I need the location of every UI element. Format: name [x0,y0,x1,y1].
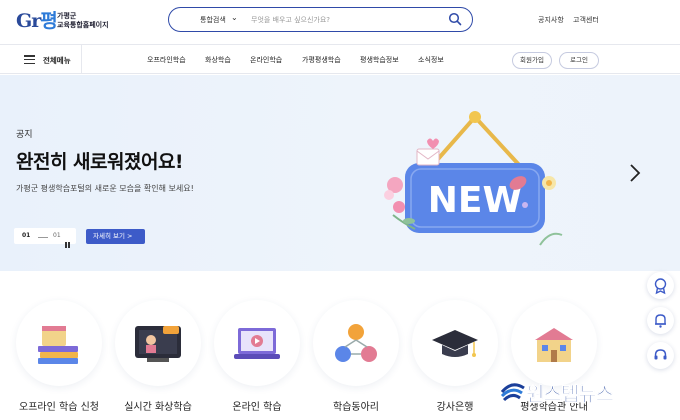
logo-text: 가평군 교육통합홈페이지 [57,12,109,29]
all-menu-button[interactable]: 전체메뉴 [0,45,82,74]
svg-text:NEW: NEW [428,180,522,221]
quick-menu-instructor[interactable] [412,300,498,386]
quick-label-offline[interactable]: 오프라인 학습 신청 [4,398,114,413]
quick-label-club[interactable]: 학습동아리 [301,398,411,413]
pager-total: 01 [53,232,61,239]
join-button[interactable]: 회원가입 [512,52,552,69]
new-sign-illustration: NEW [384,111,563,246]
pager-current: 01 [22,232,31,239]
people-network-icon [335,324,377,362]
nav-item-online[interactable]: 온라인학습 [250,55,282,65]
quick-menu-center[interactable] [511,300,597,386]
site-header: Gr평 가평군 교육통합홈페이지 통합검색 ⌄ 무엇을 배우고 싶으신가요? 공… [0,0,680,44]
hero-eyebrow: 공지 [16,130,33,140]
graduation-cap-icon [432,330,478,357]
detail-button[interactable]: 자세히 보기 > [86,229,145,244]
chevron-down-icon[interactable]: ⌄ [231,13,238,22]
hero-banner: 공지 완전히 새로워졌어요! 가평군 평생학습포털의 새로운 모습을 확인해 보… [0,75,680,271]
quick-menu-offline[interactable] [16,300,102,386]
watermark-logo-icon [500,383,525,402]
quick-menu-online[interactable] [214,300,300,386]
search-input[interactable]: 무엇을 배우고 싶으신가요? [251,15,330,25]
floating-badge-button[interactable] [647,272,674,299]
pause-icon[interactable] [65,233,71,248]
books-calendar-icon [38,326,78,364]
notice-link[interactable]: 공지사항 [538,15,564,25]
login-button[interactable]: 로그인 [559,52,599,69]
laptop-play-icon [234,328,280,359]
quick-menu-live[interactable] [115,300,201,386]
live-video-icon [135,326,181,362]
search-icon[interactable] [448,12,462,26]
hero-description: 가평군 평생학습포털의 새로운 모습을 확인해 보세요! [16,184,194,193]
quick-menu-club[interactable] [313,300,399,386]
watermark: 원스텝뉴스 [496,376,680,408]
watermark-text: 원스텝뉴스 [526,382,615,407]
nav-item-news[interactable]: 소식정보 [418,55,444,65]
badge-icon [654,278,667,295]
hero-title: 완전히 새로워졌어요! [16,151,184,173]
slide-counter: 01 01 [16,232,76,248]
logo-mark: Gr평 [16,10,58,32]
quick-label-live[interactable]: 실시간 화상학습 [103,398,213,413]
floating-support-button[interactable] [647,342,674,369]
nav-item-offline[interactable]: 오프라인학습 [147,55,186,65]
floating-alarm-button[interactable] [647,307,674,334]
headset-icon [654,349,667,360]
customer-center-link[interactable]: 고객센터 [573,15,599,25]
main-nav: 전체메뉴 오프라인학습 화상학습 온라인학습 가평평생학습 평생학습정보 소식정… [0,44,680,74]
nav-item-gapyeong[interactable]: 가평평생학습 [302,55,341,65]
nav-item-info[interactable]: 평생학습정보 [360,55,399,65]
quick-label-instructor[interactable]: 강사은행 [400,398,510,413]
quick-label-online[interactable]: 온라인 학습 [202,398,312,413]
search-category-select[interactable]: 통합검색 [200,15,226,25]
all-menu-label: 전체메뉴 [43,56,71,65]
next-slide-arrow-icon[interactable] [628,163,642,183]
site-logo[interactable]: Gr평 가평군 교육통합홈페이지 [16,6,112,38]
pager-divider [38,237,48,238]
search-bar: 통합검색 ⌄ 무엇을 배우고 싶으신가요? [168,7,473,32]
hamburger-icon [24,55,35,65]
nav-item-video[interactable]: 화상학습 [205,55,231,65]
bell-icon [655,314,666,328]
building-icon [535,328,573,362]
